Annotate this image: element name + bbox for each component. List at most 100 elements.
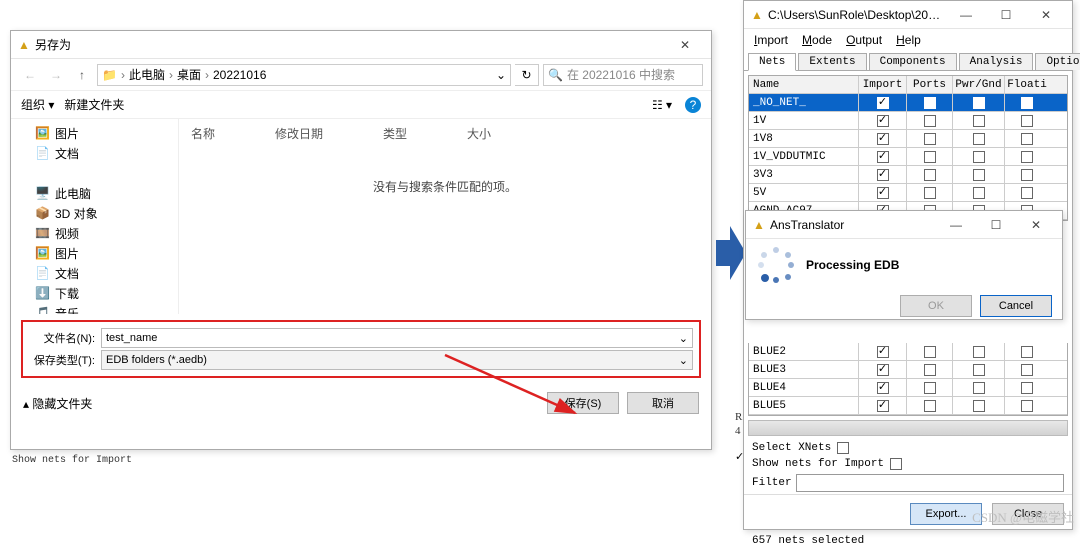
cell-import[interactable] (859, 184, 907, 202)
select-xnets-checkbox[interactable] (837, 442, 849, 454)
col-import[interactable]: Import (859, 76, 907, 94)
cell-floating[interactable] (1005, 94, 1049, 112)
cell-floating[interactable] (1005, 184, 1049, 202)
sidebar-item[interactable] (11, 163, 178, 183)
sidebar-item[interactable]: 🖥️此电脑 (11, 183, 178, 203)
cell-import[interactable] (859, 112, 907, 130)
sidebar-item[interactable]: 📄文档 (11, 143, 178, 163)
show-nets-checkbox[interactable] (890, 458, 902, 470)
sidebar-item[interactable]: ⬇️下载 (11, 283, 178, 303)
tab-analysis[interactable]: Analysis (959, 53, 1034, 70)
sidebar-item[interactable]: 📦3D 对象 (11, 203, 178, 223)
filename-input[interactable]: test_name ⌄ (101, 328, 693, 348)
file-list[interactable]: 名称 修改日期 类型 大小 没有与搜索条件匹配的项。 (179, 119, 711, 314)
cancel-button[interactable]: Cancel (980, 295, 1052, 317)
sidebar-item[interactable]: 🖼️图片 (11, 123, 178, 143)
col-type[interactable]: 类型 (383, 125, 407, 142)
breadcrumb[interactable]: 此电脑 (129, 66, 165, 83)
minimize-button[interactable]: — (936, 214, 976, 236)
maximize-button[interactable]: ☐ (986, 4, 1026, 26)
chevron-down-icon[interactable]: ⌄ (679, 354, 688, 367)
type-dropdown[interactable]: EDB folders (*.aedb) ⌄ (101, 350, 693, 370)
table-row[interactable]: 1V8 (749, 130, 1067, 148)
breadcrumb[interactable]: 桌面 (177, 66, 201, 83)
save-button[interactable]: 保存(S) (547, 392, 619, 414)
col-size[interactable]: 大小 (467, 125, 491, 142)
titlebar[interactable]: ▲ 另存为 ✕ (11, 31, 711, 59)
organize-menu[interactable]: 组织 ▾ (21, 96, 54, 113)
cell-ports[interactable] (907, 379, 953, 397)
col-floating[interactable]: Floati (1005, 76, 1049, 94)
titlebar[interactable]: ▲ AnsTranslator — ☐ ✕ (746, 211, 1062, 239)
col-date[interactable]: 修改日期 (275, 125, 323, 142)
cell-floating[interactable] (1005, 379, 1049, 397)
sidebar-item[interactable]: 🖼️图片 (11, 243, 178, 263)
cell-pwrgnd[interactable] (953, 130, 1005, 148)
cell-pwrgnd[interactable] (953, 184, 1005, 202)
cell-ports[interactable] (907, 184, 953, 202)
help-icon[interactable]: ? (685, 97, 701, 113)
cell-pwrgnd[interactable] (953, 361, 1005, 379)
cell-floating[interactable] (1005, 112, 1049, 130)
column-headers[interactable]: 名称 修改日期 类型 大小 (187, 123, 703, 144)
cell-import[interactable] (859, 379, 907, 397)
cell-pwrgnd[interactable] (953, 112, 1005, 130)
menu-help[interactable]: Help (896, 33, 921, 47)
tab-options[interactable]: Options (1035, 53, 1080, 70)
table-row[interactable]: BLUE4 (749, 379, 1067, 397)
minimize-button[interactable]: — (946, 4, 986, 26)
table-row[interactable]: _NO_NET_ (749, 94, 1067, 112)
sidebar[interactable]: 🖼️图片📄文档 🖥️此电脑📦3D 对象🎞️视频🖼️图片📄文档⬇️下载🎵音乐📁桌面… (11, 119, 179, 314)
col-name[interactable]: 名称 (191, 125, 215, 142)
tab-extents[interactable]: Extents (798, 53, 866, 70)
tab-components[interactable]: Components (869, 53, 957, 70)
titlebar[interactable]: ▲ C:\Users\SunRole\Desktop\20221016\at9.… (744, 1, 1072, 29)
cell-pwrgnd[interactable] (953, 148, 1005, 166)
cell-import[interactable] (859, 397, 907, 415)
cell-ports[interactable] (907, 130, 953, 148)
cell-ports[interactable] (907, 343, 953, 361)
cell-ports[interactable] (907, 166, 953, 184)
scrollbar-horizontal[interactable] (748, 420, 1068, 436)
tab-nets[interactable]: Nets (748, 53, 796, 71)
cell-floating[interactable] (1005, 361, 1049, 379)
cell-floating[interactable] (1005, 130, 1049, 148)
table-row[interactable]: 1V (749, 112, 1067, 130)
address-bar[interactable]: 📁 › 此电脑 › 桌面 › 20221016 ⌄ (97, 64, 511, 86)
cell-ports[interactable] (907, 361, 953, 379)
sidebar-item[interactable]: 📄文档 (11, 263, 178, 283)
cell-ports[interactable] (907, 112, 953, 130)
cell-ports[interactable] (907, 397, 953, 415)
cell-floating[interactable] (1005, 397, 1049, 415)
menu-import[interactable]: Import (754, 33, 788, 47)
chevron-down-icon[interactable]: ⌄ (496, 68, 506, 82)
table-row[interactable]: 5V (749, 184, 1067, 202)
cell-import[interactable] (859, 361, 907, 379)
close-button[interactable]: ✕ (1026, 4, 1066, 26)
close-button[interactable]: ✕ (665, 34, 705, 56)
cell-import[interactable] (859, 130, 907, 148)
cell-floating[interactable] (1005, 148, 1049, 166)
cell-pwrgnd[interactable] (953, 94, 1005, 112)
refresh-button[interactable]: ↻ (515, 64, 539, 86)
close-button[interactable]: ✕ (1016, 214, 1056, 236)
cell-import[interactable] (859, 166, 907, 184)
breadcrumb[interactable]: 20221016 (213, 68, 266, 82)
sidebar-item[interactable]: 🎞️视频 (11, 223, 178, 243)
cell-floating[interactable] (1005, 166, 1049, 184)
filter-input[interactable] (796, 474, 1064, 492)
cell-ports[interactable] (907, 94, 953, 112)
cell-ports[interactable] (907, 148, 953, 166)
col-pwrgnd[interactable]: Pwr/Gnd (953, 76, 1005, 94)
table-row[interactable]: BLUE3 (749, 361, 1067, 379)
col-name[interactable]: Name (749, 76, 859, 94)
menu-output[interactable]: Output (846, 33, 882, 47)
col-ports[interactable]: Ports (907, 76, 953, 94)
view-button[interactable]: ☷ ▾ (649, 98, 675, 112)
cell-import[interactable] (859, 94, 907, 112)
back-button[interactable]: ← (19, 64, 41, 86)
up-button[interactable]: ↑ (71, 64, 93, 86)
cell-import[interactable] (859, 148, 907, 166)
menu-mode[interactable]: Mode (802, 33, 832, 47)
cell-pwrgnd[interactable] (953, 166, 1005, 184)
